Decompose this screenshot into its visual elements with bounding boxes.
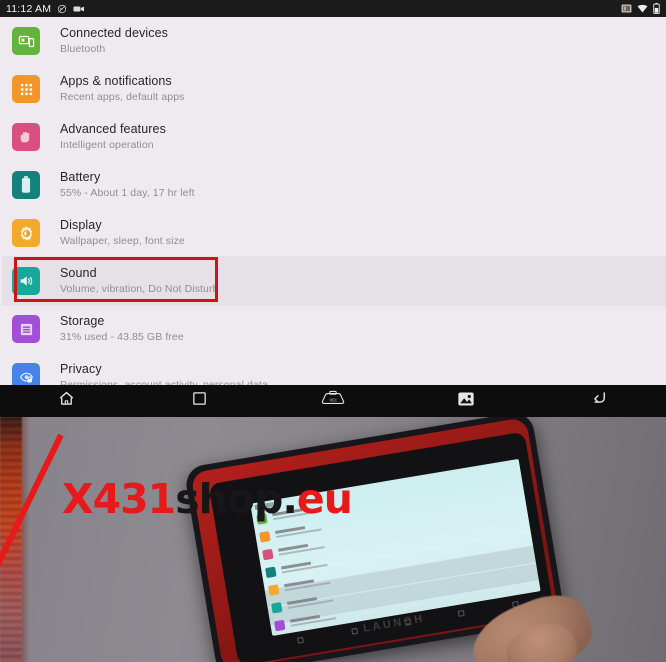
status-bar: 11:12 AM [0, 0, 666, 17]
settings-list[interactable]: Connected devices Bluetooth Apps & notif… [0, 17, 666, 385]
settings-row-subtitle: Intelligent operation [60, 139, 154, 151]
cast-screen-icon [621, 4, 632, 13]
settings-row-subtitle: Wallpaper, sleep, font size [60, 235, 185, 247]
settings-row-storage[interactable]: Storage 31% used - 43.85 GB free [0, 305, 666, 353]
settings-row-subtitle: Recent apps, default apps [60, 91, 185, 103]
vci-button[interactable]: VCI [266, 385, 399, 417]
settings-row-title: Connected devices [60, 26, 169, 40]
home-button[interactable] [0, 385, 133, 417]
vci-icon: VCI [321, 390, 345, 412]
settings-row-text: Privacy Permissions, account activity, p… [60, 362, 268, 385]
settings-row-text: Battery 55% - About 1 day, 17 hr left [60, 170, 195, 200]
photo-red-strip-edge [22, 417, 30, 662]
connected-devices-icon [12, 27, 40, 55]
settings-row-text: Advanced features Intelligent operation [60, 122, 166, 152]
product-photo: LAUNCH X431shop.eu [0, 417, 666, 662]
settings-row-title: Apps & notifications [60, 74, 172, 88]
status-bar-left: 11:12 AM [6, 3, 85, 15]
settings-row-apps-notifications[interactable]: Apps & notifications Recent apps, defaul… [0, 65, 666, 113]
settings-row-title: Advanced features [60, 122, 166, 136]
battery-icon [12, 171, 40, 199]
settings-row-subtitle: 55% - About 1 day, 17 hr left [60, 187, 195, 199]
privacy-eye-lock-icon [12, 363, 40, 385]
mute-alarm-icon [57, 4, 67, 14]
settings-row-advanced-features[interactable]: Advanced features Intelligent operation [0, 113, 666, 161]
home-icon [57, 389, 76, 413]
square-icon [191, 390, 208, 412]
watermark-text: X431shop.eu [62, 479, 353, 520]
settings-row-title: Display [60, 218, 102, 232]
image-icon [457, 391, 475, 412]
settings-row-title: Privacy [60, 362, 102, 376]
wifi-icon [637, 4, 648, 13]
navigation-bar: VCI [0, 385, 666, 417]
settings-row-subtitle: Volume, vibration, Do Not Disturb [60, 283, 219, 295]
settings-row-text: Connected devices Bluetooth [60, 26, 168, 56]
status-bar-right [621, 3, 660, 14]
back-arrow-icon [590, 389, 609, 413]
settings-row-title: Battery [60, 170, 101, 184]
watermark-431: 431 [92, 475, 177, 523]
watermark-eu: eu [296, 475, 353, 523]
settings-row-title: Sound [60, 266, 97, 280]
brightness-icon [12, 219, 40, 247]
camera-icon [73, 5, 85, 13]
settings-row-sound[interactable]: Sound Volume, vibration, Do Not Disturb [0, 256, 666, 306]
back-button[interactable] [533, 385, 666, 417]
speaker-volume-icon [12, 267, 40, 295]
status-clock: 11:12 AM [6, 2, 52, 15]
storage-lines-icon [12, 315, 40, 343]
recents-button[interactable] [133, 385, 266, 417]
watermark-x: X [62, 475, 94, 523]
settings-row-battery[interactable]: Battery 55% - About 1 day, 17 hr left [0, 161, 666, 209]
apps-grid-icon [12, 75, 40, 103]
hand-gesture-icon [12, 123, 40, 151]
watermark-shop: shop. [175, 475, 298, 523]
settings-row-text: Storage 31% used - 43.85 GB free [60, 314, 184, 344]
settings-row-text: Apps & notifications Recent apps, defaul… [60, 74, 185, 104]
screen-root: 11:12 AM Connected devices Bluetooth App… [0, 0, 666, 662]
settings-row-subtitle: Bluetooth [60, 43, 106, 55]
settings-row-text: Display Wallpaper, sleep, font size [60, 218, 185, 248]
settings-row-subtitle: 31% used - 43.85 GB free [60, 331, 184, 343]
battery-icon [653, 3, 660, 14]
settings-row-title: Storage [60, 314, 105, 328]
settings-row-text: Sound Volume, vibration, Do Not Disturb [60, 266, 219, 296]
settings-row-privacy[interactable]: Privacy Permissions, account activity, p… [0, 353, 666, 385]
svg-text:VCI: VCI [329, 397, 336, 402]
settings-row-display[interactable]: Display Wallpaper, sleep, font size [0, 209, 666, 257]
screenshot-button[interactable] [400, 385, 533, 417]
settings-row-subtitle: Permissions, account activity, personal … [60, 379, 268, 385]
settings-row-connected-devices[interactable]: Connected devices Bluetooth [0, 17, 666, 65]
